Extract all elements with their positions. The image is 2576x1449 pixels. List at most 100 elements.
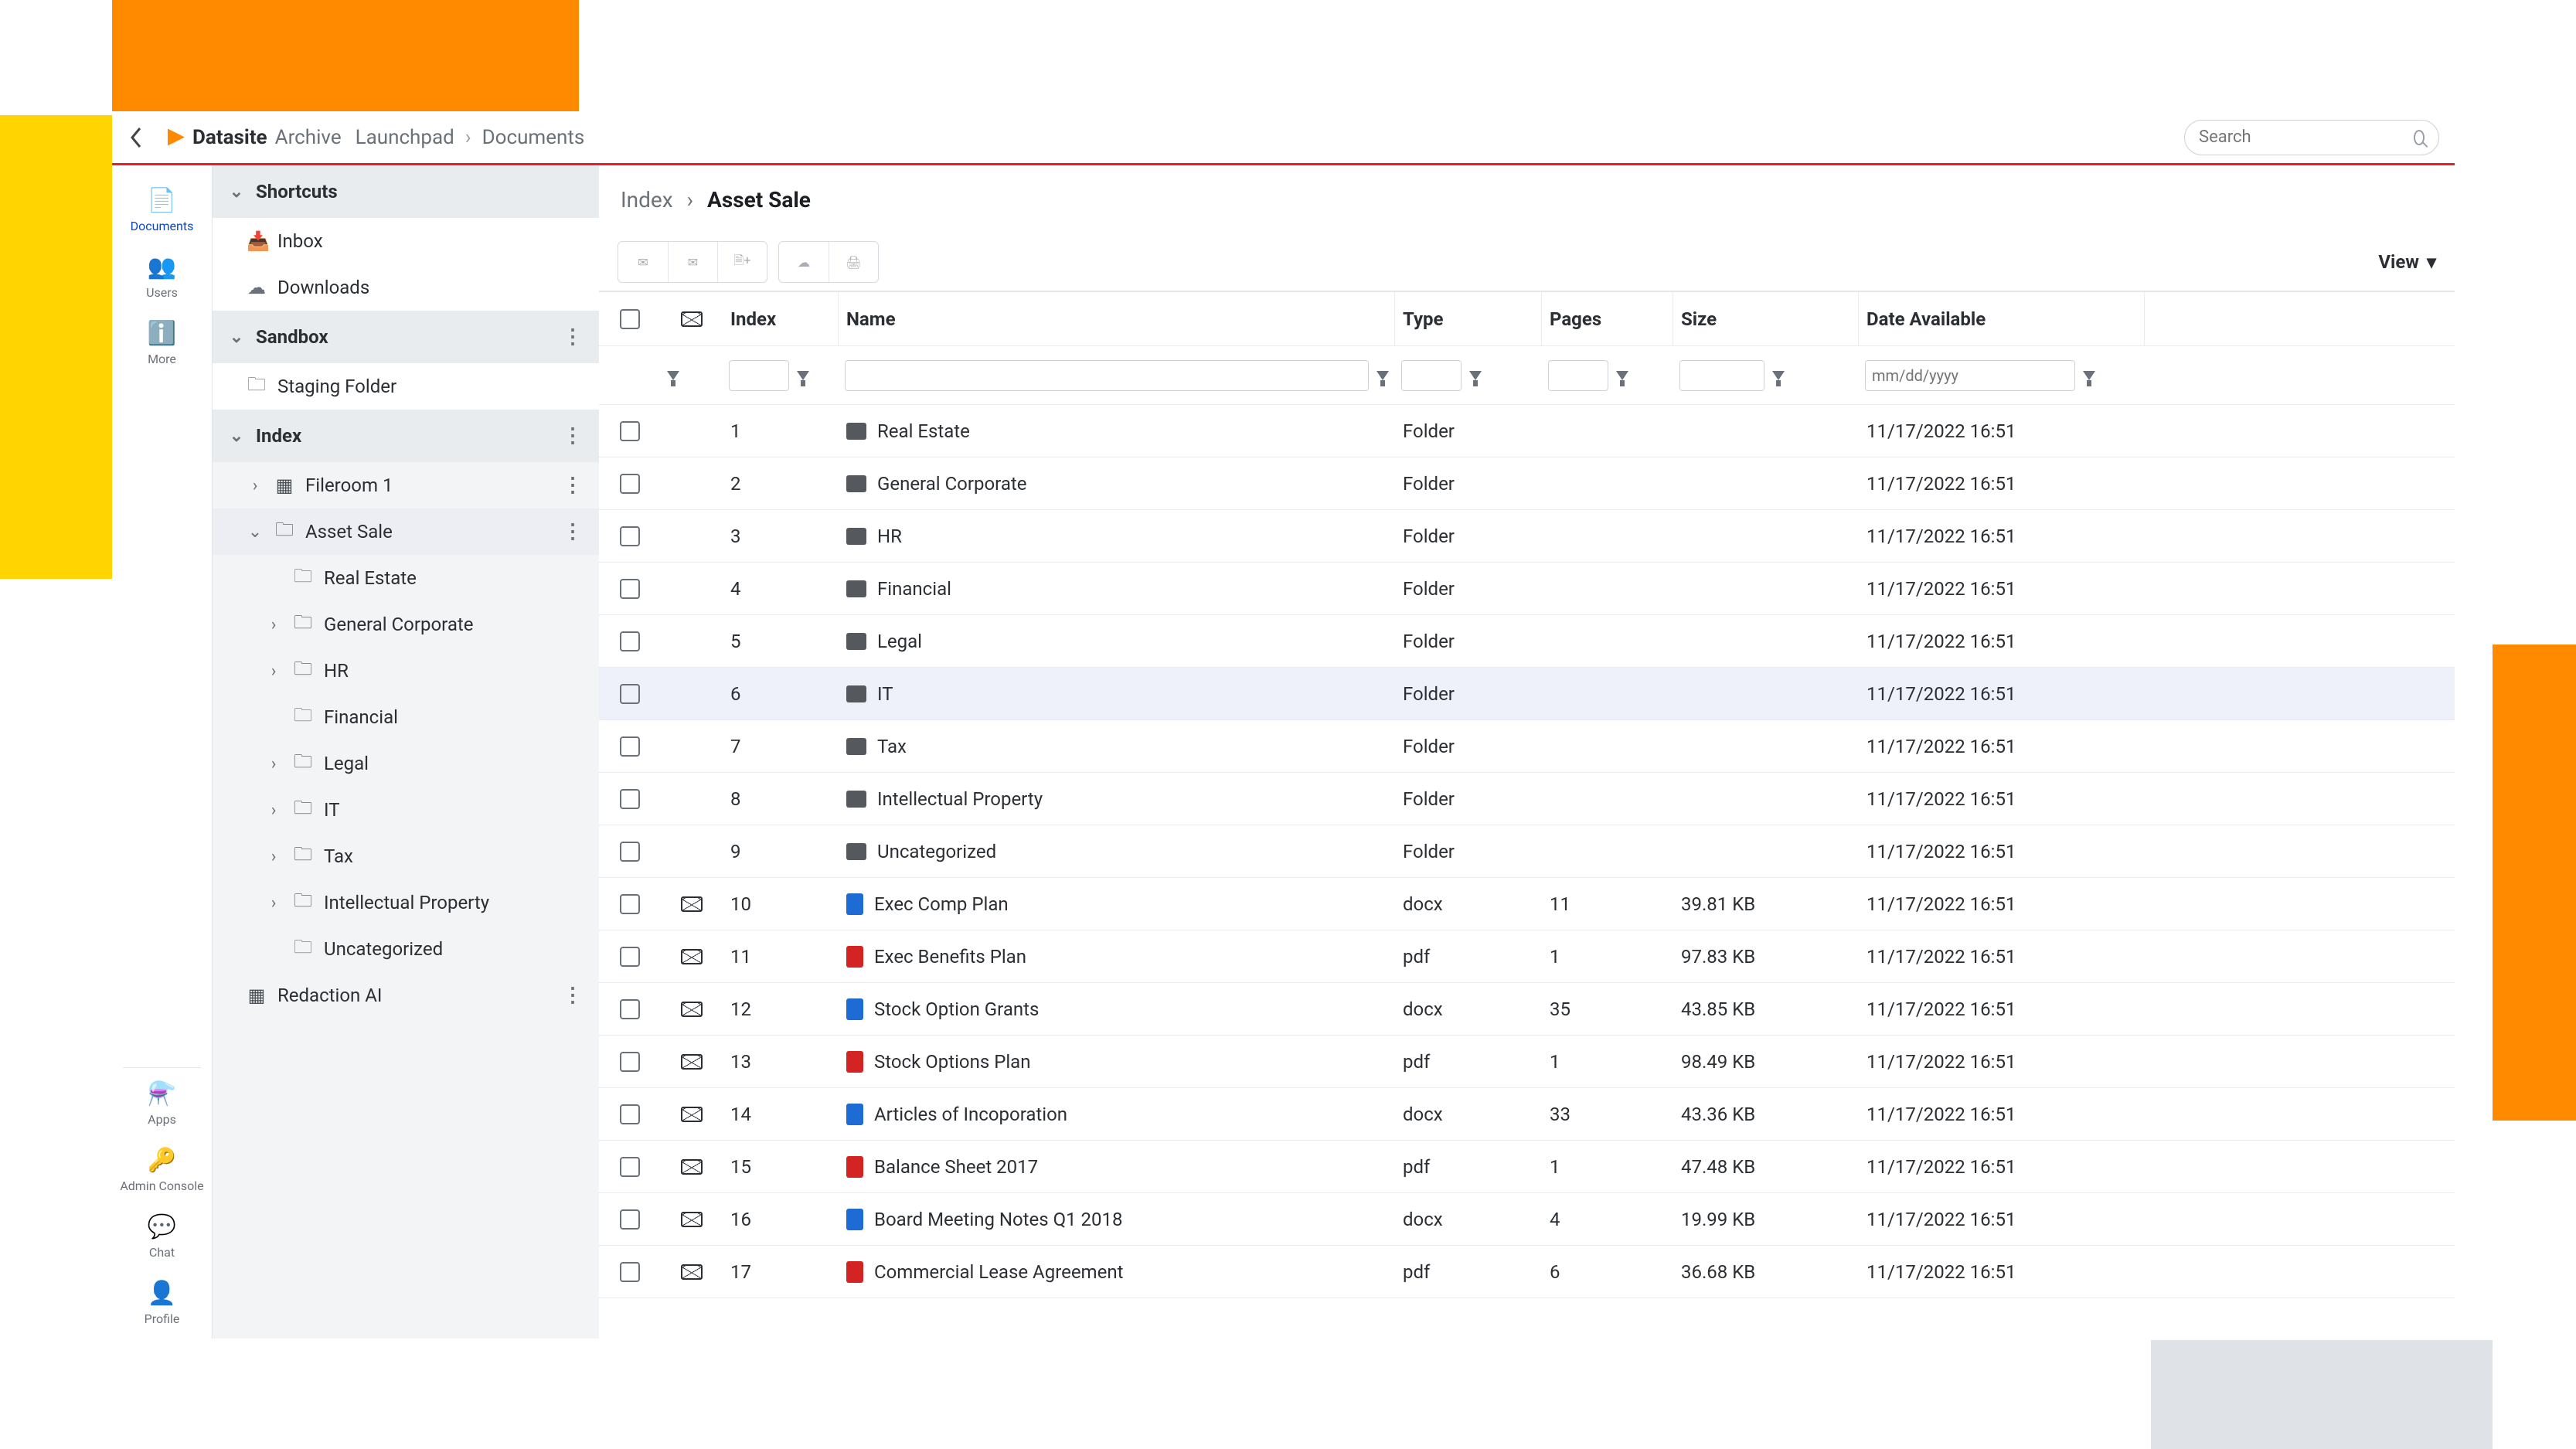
tree-item[interactable]: ›🗀Intellectual Property [213, 879, 599, 926]
col-name[interactable]: Name [839, 292, 1395, 345]
table-row[interactable]: 6ITFolder11/17/2022 16:51 [599, 668, 2455, 720]
tree-item[interactable]: 🗀Real Estate [213, 555, 599, 601]
col-index[interactable]: Index [723, 292, 839, 345]
row-checkbox[interactable] [620, 894, 640, 914]
tree-section-shortcuts[interactable]: ⌄ Shortcuts [213, 165, 599, 218]
filter-index-input[interactable] [729, 360, 789, 391]
crumb-index[interactable]: Index [621, 187, 673, 213]
row-checkbox[interactable] [620, 579, 640, 599]
tree-item-redaction[interactable]: ▦ Redaction AI ⋮ [213, 972, 599, 1019]
filter-type-input[interactable] [1401, 360, 1462, 391]
table-row[interactable]: 14Articles of Incoporationdocx3343.36 KB… [599, 1088, 2455, 1141]
tree-item-inbox[interactable]: 📥 Inbox [213, 218, 599, 264]
row-checkbox[interactable] [620, 474, 640, 494]
row-checkbox[interactable] [620, 421, 640, 441]
rail-item-more[interactable]: ℹ️More [112, 312, 212, 379]
table-row[interactable]: 1Real EstateFolder11/17/2022 16:51 [599, 405, 2455, 457]
download-button[interactable]: ☁ [779, 242, 829, 282]
filter-icon[interactable] [1616, 371, 1628, 380]
table-row[interactable]: 11Exec Benefits Planpdf197.83 KB11/17/20… [599, 930, 2455, 983]
brand[interactable]: Datasite Archive [168, 126, 342, 149]
table-row[interactable]: 8Intellectual PropertyFolder11/17/2022 1… [599, 773, 2455, 825]
row-checkbox[interactable] [620, 947, 640, 967]
table-row[interactable]: 10Exec Comp Plandocx1139.81 KB11/17/2022… [599, 878, 2455, 930]
filter-size-input[interactable] [1679, 360, 1764, 391]
crumb-leaf[interactable]: Documents [482, 126, 585, 149]
rail-item-apps[interactable]: ⚗️Apps [112, 1073, 212, 1139]
tree-item[interactable]: ›🗀Legal [213, 740, 599, 787]
col-date[interactable]: Date Available [1859, 292, 2145, 345]
select-all-checkbox[interactable] [620, 309, 640, 329]
row-checkbox[interactable] [620, 736, 640, 757]
back-button[interactable] [120, 121, 154, 155]
filter-icon[interactable] [1772, 371, 1785, 380]
filter-icon[interactable] [1469, 371, 1482, 380]
tree-item[interactable]: ›🗀General Corporate [213, 601, 599, 648]
tree-item[interactable]: ›🗀Tax [213, 833, 599, 879]
row-checkbox[interactable] [620, 789, 640, 809]
col-pages[interactable]: Pages [1542, 292, 1673, 345]
row-checkbox[interactable] [620, 684, 640, 704]
tree-section-sandbox[interactable]: ⌄ Sandbox ⋮ [213, 311, 599, 363]
more-menu-button[interactable]: ⋮ [563, 984, 584, 1007]
mail-closed-button[interactable]: ✉ [618, 242, 668, 282]
col-size[interactable]: Size [1673, 292, 1859, 345]
new-document-button[interactable]: 🗎+ [717, 242, 767, 282]
print-button[interactable]: 🖨 [829, 242, 878, 282]
rail-item-documents[interactable]: 📄Documents [112, 179, 212, 246]
table-row[interactable]: 4FinancialFolder11/17/2022 16:51 [599, 563, 2455, 615]
tree-item[interactable]: 🗀Financial [213, 694, 599, 740]
table-row[interactable]: 5LegalFolder11/17/2022 16:51 [599, 615, 2455, 668]
table-row[interactable]: 15Balance Sheet 2017pdf147.48 KB11/17/20… [599, 1141, 2455, 1193]
cell-type: docx [1395, 1209, 1542, 1230]
rail-item-chat[interactable]: 💬Chat [112, 1206, 212, 1272]
search-input[interactable] [2199, 128, 2414, 147]
table-row[interactable]: 12Stock Option Grantsdocx3543.85 KB11/17… [599, 983, 2455, 1036]
tree-item-staging[interactable]: 🗀 Staging Folder [213, 363, 599, 410]
tree-item[interactable]: ›🗀IT [213, 787, 599, 833]
table-row[interactable]: 13Stock Options Planpdf198.49 KB11/17/20… [599, 1036, 2455, 1088]
table-row[interactable]: 16Board Meeting Notes Q1 2018docx419.99 … [599, 1193, 2455, 1246]
row-checkbox[interactable] [620, 1262, 640, 1282]
rail-item-admin[interactable]: 🔑Admin Console [112, 1139, 212, 1206]
filter-icon[interactable] [797, 371, 809, 380]
tree-item-asset-sale[interactable]: ⌄ 🗀 Asset Sale ⋮ [213, 509, 599, 555]
view-dropdown[interactable]: View ▾ [2378, 251, 2436, 273]
row-checkbox[interactable] [620, 999, 640, 1019]
search-box[interactable] [2184, 120, 2439, 155]
row-checkbox[interactable] [620, 1209, 640, 1230]
table-row[interactable]: 2General CorporateFolder11/17/2022 16:51 [599, 457, 2455, 510]
col-type[interactable]: Type [1395, 292, 1542, 345]
filter-icon[interactable] [1376, 371, 1389, 380]
filter-icon[interactable] [2083, 371, 2095, 380]
cell-size: 19.99 KB [1673, 1209, 1859, 1230]
more-menu-button[interactable]: ⋮ [563, 424, 584, 447]
table-row[interactable]: 9UncategorizedFolder11/17/2022 16:51 [599, 825, 2455, 878]
row-checkbox[interactable] [620, 1157, 640, 1177]
filter-icon[interactable] [667, 371, 679, 380]
row-checkbox[interactable] [620, 1104, 640, 1124]
tree-section-index[interactable]: ⌄ Index ⋮ [213, 410, 599, 462]
tree-item-downloads[interactable]: ☁ Downloads [213, 264, 599, 311]
filter-pages-input[interactable] [1548, 360, 1608, 391]
rail-item-users[interactable]: 👥Users [112, 246, 212, 312]
more-menu-button[interactable]: ⋮ [563, 520, 584, 543]
tree-item-fileroom[interactable]: › ▦ Fileroom 1 ⋮ [213, 462, 599, 509]
row-checkbox[interactable] [620, 631, 640, 651]
more-menu-button[interactable]: ⋮ [563, 325, 584, 349]
filter-name-input[interactable] [845, 360, 1369, 391]
tree-item[interactable]: 🗀Uncategorized [213, 926, 599, 972]
row-checkbox[interactable] [620, 1052, 640, 1072]
rail-item-profile[interactable]: 👤Profile [112, 1272, 212, 1338]
crumb-root[interactable]: Launchpad [356, 126, 454, 149]
table-row[interactable]: 7TaxFolder11/17/2022 16:51 [599, 720, 2455, 773]
row-checkbox[interactable] [620, 526, 640, 546]
row-checkbox[interactable] [620, 842, 640, 862]
mail-open-button[interactable]: ✉︎ [668, 242, 717, 282]
tree-item[interactable]: ›🗀HR [213, 648, 599, 694]
more-menu-button[interactable]: ⋮ [563, 474, 584, 497]
table-row[interactable]: 17Commercial Lease Agreementpdf636.68 KB… [599, 1246, 2455, 1298]
cell-index: 8 [723, 788, 839, 810]
filter-date-input[interactable] [1865, 360, 2075, 391]
table-row[interactable]: 3HRFolder11/17/2022 16:51 [599, 510, 2455, 563]
